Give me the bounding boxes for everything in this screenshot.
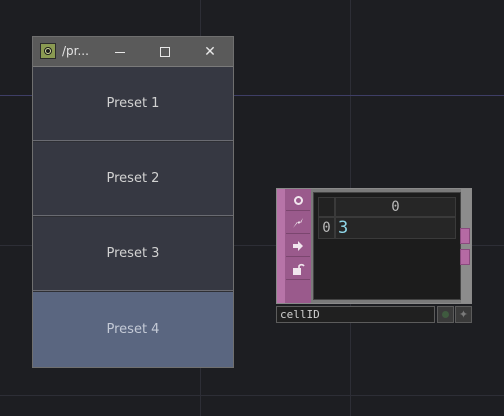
dat-color-strip [277,189,285,303]
window-titlebar[interactable]: /pr... ✕ [33,37,233,67]
operator-name-field[interactable]: cellID [276,306,435,323]
minimize-button[interactable] [110,42,130,62]
close-icon: ✕ [204,44,216,60]
maximize-icon [160,47,170,57]
preset-label: Preset 4 [106,322,160,337]
node-side-strip [461,189,471,303]
preset-label: Preset 1 [106,96,160,111]
preset-button-2[interactable]: Preset 2 [33,142,233,216]
table-corner [318,197,335,217]
preset-label: Preset 3 [106,246,160,261]
preset-button-1[interactable]: Preset 1 [33,67,233,141]
table-cell[interactable]: 3 [335,217,456,239]
minimize-icon [115,52,125,53]
lock-icon[interactable] [286,259,310,280]
output-connector[interactable] [460,249,470,265]
preset-button-4[interactable]: Preset 4 [33,292,233,367]
grid-line [0,395,504,396]
render-flag[interactable]: ✦ [455,306,472,323]
preset-button-3[interactable]: Preset 3 [33,217,233,291]
viewer-toggle-icon[interactable] [286,190,310,211]
bypass-flag[interactable] [437,306,454,323]
cook-flag-icon[interactable] [286,213,310,234]
preset-label: Preset 2 [106,171,160,186]
close-button[interactable]: ✕ [200,42,220,62]
app-icon [40,43,56,59]
output-arrow-icon[interactable] [286,236,310,257]
column-header: 0 [335,197,456,217]
window-title: /pr... [62,44,89,58]
node-flags-column [285,189,311,303]
table-viewer[interactable]: 0 0 3 [313,192,461,300]
sparkle-icon: ✦ [458,308,469,321]
maximize-button[interactable] [155,42,175,62]
row-header: 0 [318,217,335,239]
bypass-dot-icon [442,311,449,318]
output-connector[interactable] [460,228,470,244]
table-dat-node[interactable]: 0 0 3 [276,188,472,304]
preset-window: /pr... ✕ Preset 1 Preset 2 Preset 3 Pres… [32,36,234,368]
